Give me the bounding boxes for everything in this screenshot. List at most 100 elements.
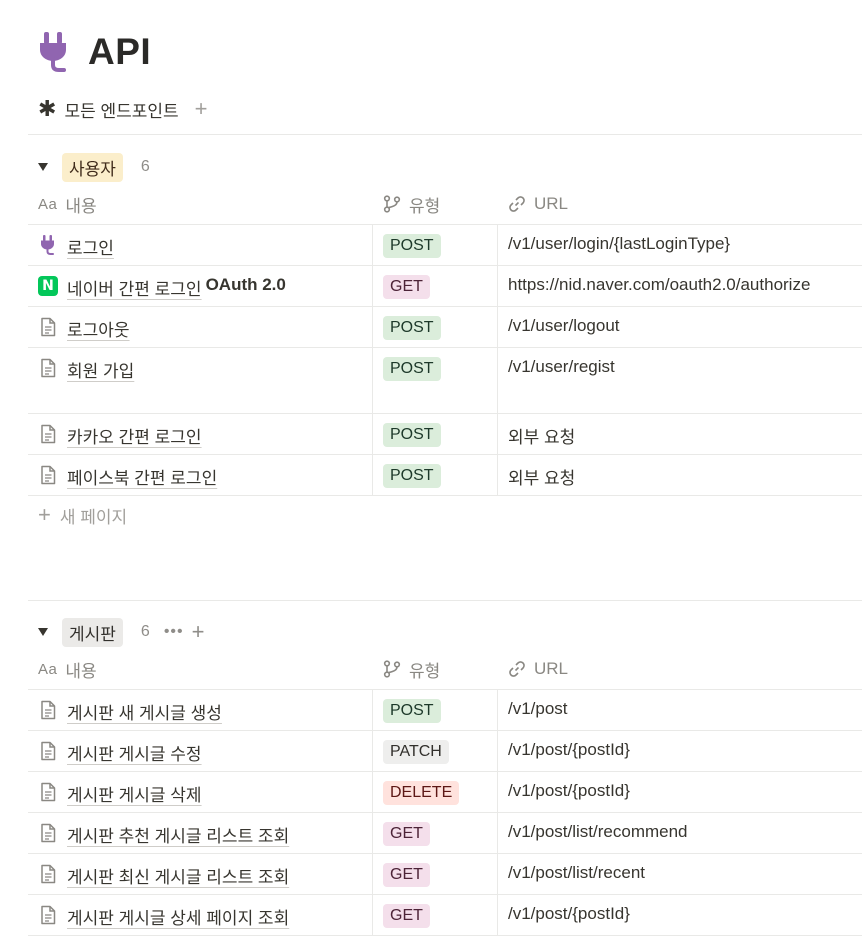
type-cell[interactable]: POST — [373, 348, 498, 413]
type-cell[interactable]: POST — [373, 455, 498, 495]
type-cell[interactable]: POST — [373, 307, 498, 347]
name-cell[interactable]: 게시판 새 게시글 생성 — [28, 690, 373, 730]
group-label[interactable]: 게시판 — [62, 617, 123, 647]
page-link[interactable]: 게시판 추천 게시글 리스트 조회 — [67, 822, 289, 847]
name-tag: OAuth 2.0 — [205, 275, 286, 294]
table-row[interactable]: 로그아웃 POST/v1/user/logout — [28, 307, 862, 348]
url-cell[interactable]: /v1/post/{postId} — [498, 731, 862, 771]
name-cell[interactable]: 게시판 게시글 삭제 — [28, 772, 373, 812]
type-cell[interactable]: GET — [373, 266, 498, 306]
url-text: /v1/post/list/recent — [508, 863, 646, 882]
page-link[interactable]: 게시판 게시글 수정 — [67, 740, 202, 765]
column-header-url[interactable]: URL — [498, 184, 862, 224]
url-cell[interactable]: 외부 요청 — [498, 414, 862, 454]
group-header: 게시판 6 ••• + — [28, 615, 862, 649]
table-row[interactable]: 카카오 간편 로그인 POST 외부 요청 — [28, 414, 862, 455]
type-cell[interactable]: DELETE — [373, 772, 498, 812]
type-cell[interactable]: PATCH — [373, 731, 498, 771]
plus-icon: + — [38, 502, 51, 527]
column-header-type[interactable]: 유형 — [373, 649, 498, 689]
url-cell[interactable]: 외부 요청 — [498, 455, 862, 495]
url-cell[interactable]: /v1/user/logout — [498, 307, 862, 347]
type-cell[interactable]: POST — [373, 414, 498, 454]
add-item-button[interactable]: + — [192, 621, 205, 643]
page-link[interactable]: 페이스북 간편 로그인 — [67, 464, 217, 489]
view-tabs: ✱ 모든 엔드포인트 + — [38, 95, 208, 123]
url-cell[interactable]: https://nid.naver.com/oauth2.0/authorize — [498, 266, 862, 306]
page-link[interactable]: 로그인 — [67, 234, 114, 259]
name-cell[interactable]: N 네이버 간편 로그인 OAuth 2.0 — [28, 266, 373, 306]
document-icon — [38, 316, 58, 338]
url-text: https://nid.naver.com/oauth2.0/authorize — [508, 275, 811, 294]
document-icon — [38, 423, 58, 445]
table-row[interactable]: 게시판 게시글 수정 PATCH/v1/post/{postId} — [28, 731, 862, 772]
url-cell[interactable]: /v1/post/list/recent — [498, 854, 862, 894]
collapse-triangle-icon[interactable] — [38, 628, 48, 636]
more-options-icon[interactable]: ••• — [164, 623, 184, 641]
column-header-url[interactable]: URL — [498, 649, 862, 689]
name-cell[interactable]: 게시판 최신 게시글 리스트 조회 — [28, 854, 373, 894]
column-label: 유형 — [409, 196, 441, 216]
column-header-name[interactable]: Aa 내용 — [28, 649, 373, 689]
method-tag: GET — [383, 275, 430, 299]
table-row[interactable]: 페이스북 간편 로그인 POST 외부 요청 — [28, 455, 862, 496]
name-cell[interactable]: 회원 가입 — [28, 348, 373, 413]
method-tag: DELETE — [383, 781, 460, 805]
page-link[interactable]: 게시판 최신 게시글 리스트 조회 — [67, 863, 289, 888]
name-cell[interactable]: 로그아웃 — [28, 307, 373, 347]
page-link[interactable]: 카카오 간편 로그인 — [67, 423, 202, 448]
method-tag: GET — [383, 904, 430, 928]
url-cell[interactable]: /v1/post/{postId} — [498, 772, 862, 812]
column-header-type[interactable]: 유형 — [373, 184, 498, 224]
page-link[interactable]: 로그아웃 — [67, 316, 130, 341]
branch-icon — [383, 660, 401, 678]
document-icon — [38, 822, 58, 844]
new-page-button[interactable]: + 새 페이지 — [28, 496, 862, 534]
table-row[interactable]: 게시판 게시글 상세 페이지 조회 GET/v1/post/{postId} — [28, 895, 862, 936]
column-header-name[interactable]: Aa 내용 — [28, 184, 373, 224]
type-cell[interactable]: GET — [373, 813, 498, 853]
url-text: 외부 요청 — [508, 469, 576, 488]
name-cell[interactable]: 로그인 — [28, 225, 373, 265]
page-link[interactable]: 게시판 게시글 상세 페이지 조회 — [67, 904, 289, 929]
name-cell[interactable]: 게시판 게시글 상세 페이지 조회 — [28, 895, 373, 935]
url-cell[interactable]: /v1/user/login/{lastLoginType} — [498, 225, 862, 265]
type-cell[interactable]: GET — [373, 895, 498, 935]
name-cell[interactable]: 페이스북 간편 로그인 — [28, 455, 373, 495]
url-cell[interactable]: /v1/post/{postId} — [498, 895, 862, 935]
branch-icon — [383, 195, 401, 213]
text-property-icon: Aa — [38, 195, 58, 213]
name-cell[interactable]: 게시판 추천 게시글 리스트 조회 — [28, 813, 373, 853]
table-row[interactable]: 게시판 추천 게시글 리스트 조회 GET/v1/post/list/recomm… — [28, 813, 862, 854]
type-cell[interactable]: POST — [373, 225, 498, 265]
table-row[interactable]: 회원 가입 POST/v1/user/regist — [28, 348, 862, 414]
url-cell[interactable]: /v1/user/regist — [498, 348, 862, 413]
table: Aa 내용 유형 URL 로그인 POST/v1/user/login/{last… — [28, 184, 862, 496]
page-link[interactable]: 게시판 게시글 삭제 — [67, 781, 202, 806]
table-row[interactable]: 게시판 최신 게시글 리스트 조회 GET/v1/post/list/recent — [28, 854, 862, 895]
group-label[interactable]: 사용자 — [62, 152, 123, 182]
method-tag: GET — [383, 863, 430, 887]
table-row[interactable]: 게시판 새 게시글 생성 POST/v1/post — [28, 690, 862, 731]
column-label: URL — [534, 194, 569, 213]
url-cell[interactable]: /v1/post — [498, 690, 862, 730]
type-cell[interactable]: GET — [373, 854, 498, 894]
table-row[interactable]: 로그인 POST/v1/user/login/{lastLoginType} — [28, 225, 862, 266]
table-row[interactable]: 게시판 게시글 삭제 DELETE/v1/post/{postId} — [28, 772, 862, 813]
name-cell[interactable]: 카카오 간편 로그인 — [28, 414, 373, 454]
page-link[interactable]: 네이버 간편 로그인 — [67, 275, 202, 300]
collapse-triangle-icon[interactable] — [38, 163, 48, 171]
plug-icon — [38, 234, 58, 256]
page-link[interactable]: 회원 가입 — [67, 357, 134, 382]
type-cell[interactable]: POST — [373, 690, 498, 730]
table-row[interactable]: N 네이버 간편 로그인 OAuth 2.0 GET https://nid.naver… — [28, 266, 862, 307]
url-cell[interactable]: /v1/post/list/recommend — [498, 813, 862, 853]
method-tag: POST — [383, 699, 441, 723]
tab-all-endpoints[interactable]: 모든 엔드포인트 — [64, 97, 178, 122]
name-cell[interactable]: 게시판 게시글 수정 — [28, 731, 373, 771]
add-view-button[interactable]: + — [195, 98, 208, 120]
page-link[interactable]: 게시판 새 게시글 생성 — [67, 699, 222, 724]
plug-icon[interactable] — [38, 30, 70, 74]
column-label: 내용 — [65, 661, 97, 681]
method-tag: POST — [383, 316, 441, 340]
